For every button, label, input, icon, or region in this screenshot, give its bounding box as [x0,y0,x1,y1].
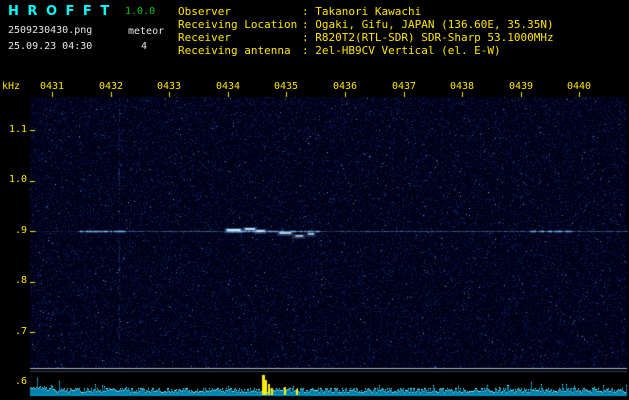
station-value: : 2el-HB9CV Vertical (el. E-W) [302,44,501,57]
time-label: 0439 [508,81,534,92]
station-info: Observer : Takanori Kawachi Receiving Loc… [178,5,554,57]
station-label: Receiving Location [178,18,298,31]
output-filename: 2509230430.png [8,25,93,36]
time-label: 0440 [566,81,592,92]
hrofft-output-screen: H R O F F T 1.0.0 2509230430.png meteor … [0,0,629,400]
spectrogram-canvas [0,0,629,400]
observation-mode-label: meteor [128,26,165,37]
station-row-location: Receiving Location : Ogaki, Gifu, JAPAN (… [178,18,554,31]
time-label: 0436 [332,81,358,92]
time-label: 0438 [449,81,475,92]
station-value: : Takanori Kawachi [302,5,422,18]
freq-label: .6 [14,376,27,387]
meteor-count: 4 [141,41,148,52]
station-row-observer: Observer : Takanori Kawachi [178,5,554,18]
freq-label: .8 [14,275,27,286]
time-label: 0437 [391,81,417,92]
freq-label: 1.0 [8,174,27,185]
station-value: : Ogaki, Gifu, JAPAN (136.60E, 35.35N) [302,18,554,31]
station-label: Receiving antenna [178,44,291,57]
time-label: 0434 [215,81,241,92]
time-label: 0435 [273,81,299,92]
freq-label: .7 [14,326,27,337]
time-label: 0431 [39,81,65,92]
app-version: 1.0.0 [125,6,156,17]
station-value: : R820T2(RTL-SDR) SDR-Sharp 53.1000MHz [302,31,554,44]
time-label: 0433 [156,81,182,92]
freq-label: .9 [14,225,27,236]
observation-timestamp: 25.09.23 04:30 [8,41,93,52]
station-label: Receiver [178,31,231,44]
time-label: 0432 [98,81,124,92]
freq-label: 1.1 [8,124,27,135]
station-row-receiver: Receiver : R820T2(RTL-SDR) SDR-Sharp 53.1… [178,31,554,44]
app-title: H R O F F T [8,4,112,19]
y-axis-unit-label: kHz [2,81,21,92]
station-label: Observer [178,5,231,18]
station-row-antenna: Receiving antenna : 2el-HB9CV Vertical (e… [178,44,554,57]
